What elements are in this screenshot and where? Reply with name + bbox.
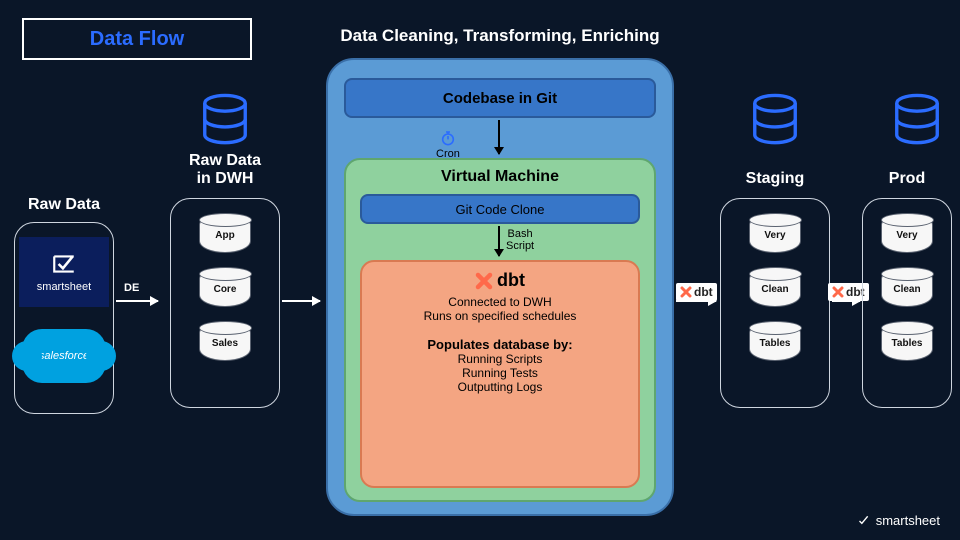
- bash-label: Bash Script: [506, 228, 534, 252]
- staging-cyl-1-label: Very: [764, 230, 785, 241]
- dwh-cyl-sales-label: Sales: [212, 338, 238, 349]
- prod-cyl-1: Very: [881, 213, 933, 253]
- staging-cyl-3: Tables: [749, 321, 801, 361]
- dwh-title: Raw Data in DWH: [170, 152, 280, 188]
- raw-data-title: Raw Data: [14, 196, 114, 214]
- smartsheet-check-icon: [51, 251, 77, 277]
- dbt-x-icon: [475, 272, 493, 290]
- prod-cyl-2-label: Clean: [893, 284, 920, 295]
- dbt-pop2: Running Tests: [372, 366, 628, 380]
- dbt-x-icon-small: [680, 286, 692, 298]
- dwh-box: App Core Sales: [170, 198, 280, 408]
- arrow-clone-to-dbt: [498, 226, 500, 256]
- dbt-logo: dbt: [475, 270, 525, 291]
- arrow-git-to-vm: [498, 120, 500, 154]
- salesforce-logo-text: salesforce: [39, 350, 89, 362]
- smartsheet-footer-icon: [856, 514, 870, 528]
- prod-cyl-1-label: Very: [896, 230, 917, 241]
- smartsheet-logo-tile: smartsheet: [19, 237, 109, 307]
- salesforce-logo-tile: salesforce: [19, 321, 109, 391]
- title-box: Data Flow: [22, 18, 252, 60]
- dwh-cyl-core-label: Core: [214, 284, 237, 295]
- dwh-cyl-app: App: [199, 213, 251, 253]
- footer-brand: smartsheet: [856, 513, 940, 528]
- vm-title: Virtual Machine: [344, 168, 656, 186]
- smartsheet-logo-text: smartsheet: [37, 281, 91, 293]
- staging-cyl-1: Very: [749, 213, 801, 253]
- arrow-dwh-to-mid: [282, 300, 320, 302]
- dbt-tag-1-label: dbt: [694, 285, 713, 299]
- dbt-name: dbt: [497, 270, 525, 291]
- dbt-box: dbt Connected to DWH Runs on specified s…: [360, 260, 640, 488]
- prod-title: Prod: [862, 170, 952, 188]
- prod-cyl-2: Clean: [881, 267, 933, 307]
- git-clone-box: Git Code Clone: [360, 194, 640, 224]
- staging-cyl-3-label: Tables: [760, 338, 791, 349]
- staging-box: Very Clean Tables: [720, 198, 830, 408]
- title-text: Data Flow: [90, 28, 184, 51]
- dbt-pop-title: Populates database by:: [372, 337, 628, 352]
- dbt-line2: Runs on specified schedules: [372, 309, 628, 323]
- raw-data-box: smartsheet salesforce: [14, 222, 114, 414]
- dbt-x-icon-small-2: [832, 286, 844, 298]
- dbt-pop1: Running Scripts: [372, 352, 628, 366]
- git-clone-label: Git Code Clone: [456, 202, 545, 217]
- prod-db-icon: [890, 92, 944, 146]
- prod-cyl-3-label: Tables: [892, 338, 923, 349]
- dbt-line1: Connected to DWH: [372, 295, 628, 309]
- git-box-label: Codebase in Git: [443, 90, 557, 107]
- prod-cyl-3: Tables: [881, 321, 933, 361]
- staging-cyl-2: Clean: [749, 267, 801, 307]
- arrow-raw-to-dwh: [116, 300, 158, 302]
- dwh-cyl-app-label: App: [215, 230, 234, 241]
- arrow-de-label: DE: [124, 282, 139, 294]
- dbt-tag-1: dbt: [676, 283, 717, 301]
- staging-db-icon: [748, 92, 802, 146]
- dwh-cyl-sales: Sales: [199, 321, 251, 361]
- middle-heading: Data Cleaning, Transforming, Enriching: [310, 26, 690, 46]
- staging-cyl-2-label: Clean: [761, 284, 788, 295]
- prod-box: Very Clean Tables: [862, 198, 952, 408]
- staging-title: Staging: [720, 170, 830, 188]
- dwh-db-icon: [198, 92, 252, 146]
- dwh-cyl-core: Core: [199, 267, 251, 307]
- git-box: Codebase in Git: [344, 78, 656, 118]
- dbt-pop3: Outputting Logs: [372, 380, 628, 394]
- footer-brand-text: smartsheet: [876, 513, 940, 528]
- salesforce-cloud-icon: salesforce: [22, 329, 106, 383]
